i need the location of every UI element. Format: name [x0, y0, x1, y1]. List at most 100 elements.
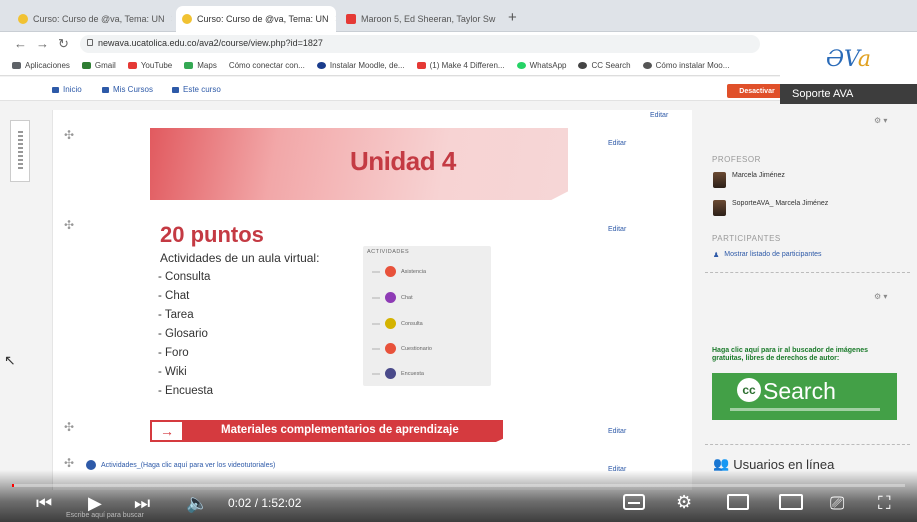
participantes-header: PARTICIPANTES: [712, 234, 781, 243]
cc-fine-print: [730, 408, 880, 411]
activity-item: Cuestionario: [372, 343, 432, 354]
block-settings-icon[interactable]: ⚙ ▾: [874, 292, 887, 301]
bookmark-item[interactable]: Gmail: [81, 61, 116, 70]
volume-icon[interactable]: 🔈: [186, 494, 208, 512]
list-item: - Encuesta: [158, 385, 213, 397]
tab-label: Curso: Curso de @va, Tema: UN: [197, 14, 329, 24]
progress-fill: [12, 484, 14, 487]
activity-item: Chat: [372, 292, 413, 303]
gmail-icon: [81, 62, 91, 69]
youtube-icon: [416, 62, 426, 69]
cc-search-text: Haga clic aquí para ir al buscador de im…: [712, 347, 869, 362]
ava-logo: ƏVa: [825, 46, 872, 72]
close-icon[interactable]: ✕: [329, 14, 336, 25]
bookmark-item[interactable]: Maps: [184, 61, 217, 70]
activity-item: Consulta: [372, 318, 423, 329]
subtitles-icon[interactable]: [623, 494, 645, 510]
puntos-title: 20 puntos: [160, 222, 264, 247]
bookmark-item[interactable]: WhatsApp: [516, 61, 566, 70]
miniplayer-icon[interactable]: [727, 494, 749, 510]
profesor-item[interactable]: SoporteAVA_ Marcela Jiménez: [713, 200, 828, 216]
divider: [705, 444, 910, 445]
close-icon[interactable]: ✕: [165, 14, 172, 25]
next-icon[interactable]: ⏭: [134, 494, 150, 512]
consulta-icon: [385, 318, 396, 329]
cuestionario-icon: [385, 343, 396, 354]
apps-icon: [12, 62, 21, 69]
moodle-tab-icon: [18, 14, 28, 24]
nav-inicio[interactable]: Inicio: [52, 85, 82, 94]
close-icon[interactable]: ✕: [495, 14, 500, 25]
bookmark-item[interactable]: CC Search: [578, 61, 631, 70]
bookmark-item[interactable]: Instalar Moodle, de...: [316, 61, 405, 70]
courses-icon: [102, 86, 109, 93]
editar-link[interactable]: Editar: [608, 226, 626, 233]
unidad-title: Unidad 4: [350, 146, 456, 176]
participantes-link[interactable]: ♟ Mostrar listado de participantes: [713, 251, 822, 259]
taskbar-search: Escribe aquí para buscar: [66, 512, 144, 519]
moodle-tab-icon: [182, 14, 192, 24]
cursor-icon: ↖: [4, 352, 16, 368]
lock-icon: [87, 39, 93, 46]
new-tab-button[interactable]: +: [508, 9, 517, 26]
nav-mis-cursos[interactable]: Mis Cursos: [102, 85, 153, 94]
move-icon[interactable]: ✣: [64, 456, 74, 470]
drawer-icon: [18, 131, 23, 171]
profesor-header: PROFESOR: [712, 155, 761, 164]
users-icon: ♟: [713, 252, 720, 259]
fullscreen-icon[interactable]: ⛶: [878, 494, 891, 512]
block-settings-icon[interactable]: ⚙ ▾: [874, 116, 887, 125]
asistencia-icon: [385, 266, 396, 277]
browser-tab-strip: Curso: Curso de @va, Tema: UN ✕ Curso: C…: [0, 0, 917, 32]
forward-icon[interactable]: →: [36, 36, 49, 51]
profesor-item[interactable]: Marcela Jiménez: [713, 172, 785, 188]
editar-link[interactable]: Editar: [608, 140, 626, 147]
list-item: - Wiki: [158, 366, 187, 378]
browser-tab-3[interactable]: Maroon 5, Ed Sheeran, Taylor Sw ✕: [340, 6, 500, 32]
whatsapp-icon: [516, 62, 526, 69]
move-icon[interactable]: ✣: [64, 128, 74, 142]
tab-label: Maroon 5, Ed Sheeran, Taylor Sw: [361, 14, 496, 24]
bookmark-item[interactable]: (1) Make 4 Differen...: [416, 61, 505, 70]
maps-icon: [184, 62, 194, 69]
play-icon[interactable]: ▶: [88, 494, 102, 512]
bookmark-item[interactable]: Cómo instalar Moo...: [642, 61, 729, 70]
materiales-title: Materiales complementarios de aprendizaj…: [221, 424, 459, 436]
actividades-list: - Consulta - Chat - Tarea - Glosario - F…: [158, 268, 213, 401]
url-icon: [86, 460, 96, 470]
settings-icon[interactable]: ⚙: [676, 493, 692, 511]
previous-icon[interactable]: ⏮: [36, 494, 52, 512]
time-display: 0:02 / 1:52:02: [228, 496, 302, 510]
browser-tab-2[interactable]: Curso: Curso de @va, Tema: UN ✕: [176, 6, 336, 32]
bookmark-item[interactable]: Cómo conectar con...: [229, 61, 305, 70]
theater-mode-icon[interactable]: [779, 494, 803, 510]
editar-link[interactable]: Editar: [650, 112, 668, 119]
reload-icon[interactable]: ↻: [58, 36, 69, 52]
browser-tab-1[interactable]: Curso: Curso de @va, Tema: UN ✕: [12, 6, 172, 32]
desactivar-button[interactable]: Desactivar: [727, 84, 787, 98]
back-icon[interactable]: ←: [14, 36, 27, 51]
course-icon: [172, 86, 179, 93]
cast-icon[interactable]: ⎚: [830, 494, 844, 512]
move-icon[interactable]: ✣: [64, 218, 74, 232]
editar-link[interactable]: Editar: [608, 428, 626, 435]
actividades-subtitle: Actividades de un aula virtual:: [160, 251, 320, 265]
cc-search-label: Search: [763, 378, 836, 404]
progress-bar[interactable]: [12, 484, 905, 487]
bookmarks-bar: Aplicaciones Gmail YouTube Maps Cómo con…: [0, 56, 780, 76]
bookmark-item[interactable]: YouTube: [127, 61, 172, 70]
list-item: - Glosario: [158, 328, 208, 340]
list-item: - Consulta: [158, 271, 211, 283]
nav-este-curso[interactable]: Este curso: [172, 85, 221, 94]
address-text: newava.ucatolica.edu.co/ava2/course/view…: [98, 38, 323, 48]
address-bar[interactable]: newava.ucatolica.edu.co/ava2/course/view…: [80, 35, 760, 53]
activity-item: Encuesta: [372, 368, 424, 379]
soporte-ava-label: Soporte AVA: [780, 84, 917, 104]
avatar: [713, 172, 726, 188]
bookmark-item[interactable]: Aplicaciones: [12, 61, 70, 70]
bookmark-icon: [642, 62, 652, 69]
videotutoriales-link[interactable]: Actividades_(Haga clic aquí para ver los…: [86, 460, 275, 470]
list-item: - Tarea: [158, 309, 194, 321]
drawer-toggle[interactable]: [10, 120, 30, 182]
move-icon[interactable]: ✣: [64, 420, 74, 434]
